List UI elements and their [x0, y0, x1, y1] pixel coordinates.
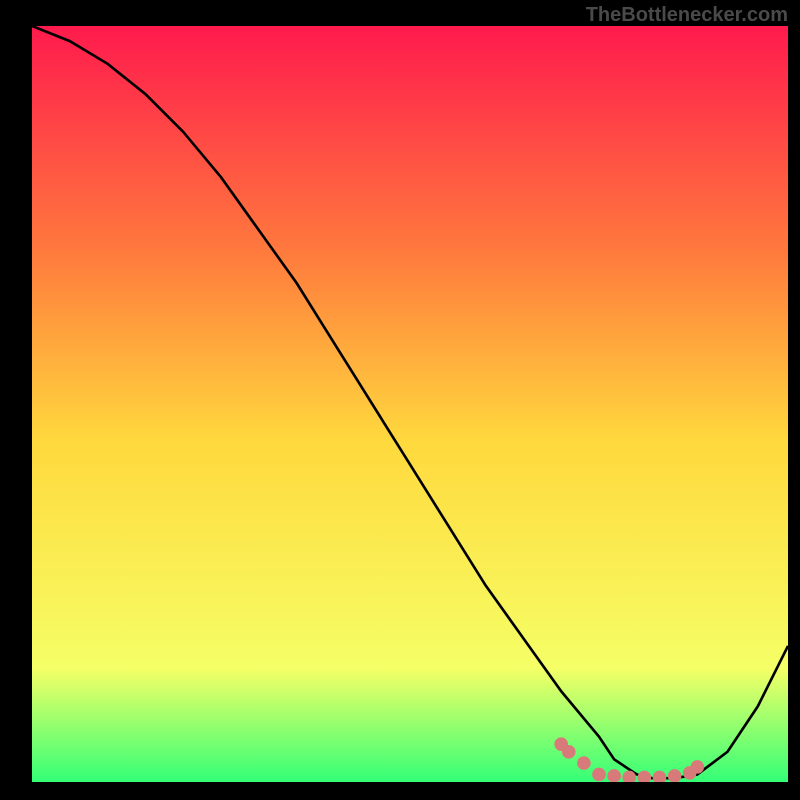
- marker-dot: [690, 760, 704, 774]
- marker-dot: [638, 771, 652, 782]
- marker-cluster: [554, 737, 704, 782]
- marker-dot: [607, 769, 621, 782]
- bottleneck-curve: [32, 26, 788, 778]
- chart-plot-layer: [32, 26, 788, 782]
- chart-area: [32, 26, 788, 782]
- marker-dot: [592, 768, 606, 782]
- marker-dot: [577, 756, 591, 770]
- marker-dot: [562, 745, 576, 759]
- marker-dot: [668, 769, 682, 782]
- watermark-text: TheBottlenecker.com: [586, 4, 788, 27]
- marker-dot: [653, 771, 667, 782]
